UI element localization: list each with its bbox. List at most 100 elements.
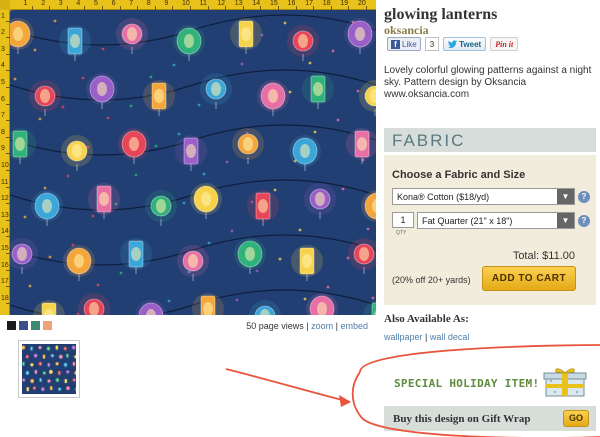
- lantern: [257, 80, 289, 116]
- ruler-number: 8: [1, 128, 5, 136]
- star-dot: [366, 227, 370, 231]
- lantern: [304, 183, 336, 219]
- lantern: [247, 190, 279, 226]
- add-to-cart-button[interactable]: ADD TO CART: [482, 266, 576, 291]
- lantern: [33, 300, 65, 315]
- ruler-number: 9: [1, 145, 5, 153]
- ruler-number: 6: [111, 0, 116, 7]
- ruler-number: 7: [129, 0, 134, 7]
- lantern: [135, 300, 167, 315]
- tweet-button[interactable]: Tweet: [443, 37, 487, 51]
- lantern: [31, 190, 63, 226]
- ruler-number: 16: [1, 261, 9, 269]
- color-swatch[interactable]: [7, 321, 16, 330]
- ruler-number: 1: [1, 12, 5, 20]
- quantity-input[interactable]: 1: [392, 212, 414, 228]
- star-dot: [119, 271, 123, 275]
- lantern: [118, 128, 150, 164]
- ruler-number: 16: [287, 0, 296, 7]
- annotation-arrow-line: [225, 368, 351, 403]
- wallpaper-link[interactable]: wallpaper: [384, 332, 423, 342]
- fabric-type-select[interactable]: Kona® Cotton ($18/yd) ▼: [392, 188, 575, 205]
- star-dot: [255, 269, 259, 273]
- star-dot: [134, 173, 138, 177]
- fabric-order-panel: Choose a Fabric and Size Kona® Cotton ($…: [384, 155, 596, 305]
- lantern: [41, 354, 47, 360]
- zoom-link[interactable]: zoom: [311, 321, 333, 331]
- special-holiday-banner: SPECIAL HOLIDAY ITEM!: [394, 377, 540, 390]
- design-description: Lovely colorful glowing patterns against…: [384, 65, 592, 100]
- twitter-bird-icon: [448, 40, 458, 48]
- color-swatch[interactable]: [43, 321, 52, 330]
- design-preview[interactable]: [10, 10, 376, 315]
- ruler-number: 8: [146, 0, 151, 7]
- lantern: [73, 370, 76, 376]
- color-swatch[interactable]: [31, 321, 40, 330]
- lantern: [48, 369, 54, 375]
- lantern: [249, 300, 281, 315]
- lantern: [61, 135, 93, 171]
- designer-link[interactable]: oksancia: [384, 23, 429, 38]
- gift-wrap-text: Buy this design on Gift Wrap: [393, 413, 531, 425]
- tweet-label: Tweet: [459, 39, 482, 49]
- star-dot: [101, 47, 105, 51]
- ruler-number: 15: [270, 0, 278, 7]
- lantern: [65, 385, 71, 392]
- lantern: [143, 80, 175, 116]
- facebook-like-label: Like: [402, 39, 417, 49]
- lantern: [37, 345, 43, 351]
- lantern: [55, 377, 60, 383]
- lantern: [24, 354, 30, 360]
- ruler-top: 1 2 3 4 5 6 7 8 9 10 11 12 13 14 15 16 17 18 19 20: [0, 0, 376, 10]
- lantern: [46, 362, 52, 368]
- star-dot: [303, 297, 307, 301]
- star-dot: [235, 298, 239, 302]
- lantern: [57, 386, 62, 393]
- ruler-number: 14: [1, 228, 9, 236]
- ruler-number: 2: [1, 29, 5, 37]
- star-dot: [23, 215, 27, 219]
- color-swatch[interactable]: [19, 321, 28, 330]
- lantern: [289, 135, 321, 171]
- star-dot: [341, 187, 345, 191]
- lantern: [363, 300, 376, 315]
- lantern: [234, 238, 266, 274]
- star-dot: [177, 132, 181, 136]
- star-dot: [149, 75, 153, 79]
- lantern: [173, 25, 205, 61]
- star-dot: [172, 63, 176, 67]
- ruler-number: 15: [1, 245, 9, 252]
- ruler-number: 4: [1, 62, 5, 70]
- fabric-help-icon[interactable]: ?: [578, 191, 590, 203]
- lantern: [25, 370, 30, 376]
- star-dot: [53, 19, 57, 23]
- lantern: [116, 18, 148, 54]
- lantern: [48, 385, 54, 392]
- lantern: [22, 345, 26, 351]
- bulk-discount-note: (20% off 20+ yards): [392, 275, 471, 285]
- fabric-size-select[interactable]: Fat Quarter (21" x 18") ▼: [417, 212, 575, 229]
- facebook-like-button[interactable]: f Like: [387, 37, 421, 51]
- star-dot: [202, 172, 206, 176]
- embed-link[interactable]: embed: [340, 321, 368, 331]
- fabric-size-value: Fat Quarter (21" x 18"): [422, 216, 513, 226]
- lantern: [25, 386, 31, 393]
- size-help-icon[interactable]: ?: [578, 215, 590, 227]
- lantern: [22, 377, 27, 383]
- gift-wrap-go-button[interactable]: GO: [563, 410, 589, 427]
- star-dot: [81, 76, 85, 80]
- star-dot: [230, 229, 234, 233]
- fabric-type-value: Kona® Cotton ($18/yd): [397, 192, 490, 202]
- wall-decal-link[interactable]: wall decal: [430, 332, 470, 342]
- pinterest-pin-button[interactable]: Pin it: [490, 37, 519, 51]
- ruler-number: 11: [199, 0, 207, 7]
- thumbnail-pattern: [22, 344, 76, 393]
- design-view-links: 50 page views | zoom | embed: [246, 321, 368, 331]
- design-thumbnail[interactable]: [18, 340, 80, 398]
- lantern: [63, 378, 69, 384]
- fabric-section-header: FABRIC: [384, 128, 596, 152]
- page-views-count: 50 page views: [246, 321, 304, 331]
- star-dot: [182, 201, 186, 205]
- facebook-like-count: 3: [424, 37, 440, 51]
- lantern: [33, 369, 39, 375]
